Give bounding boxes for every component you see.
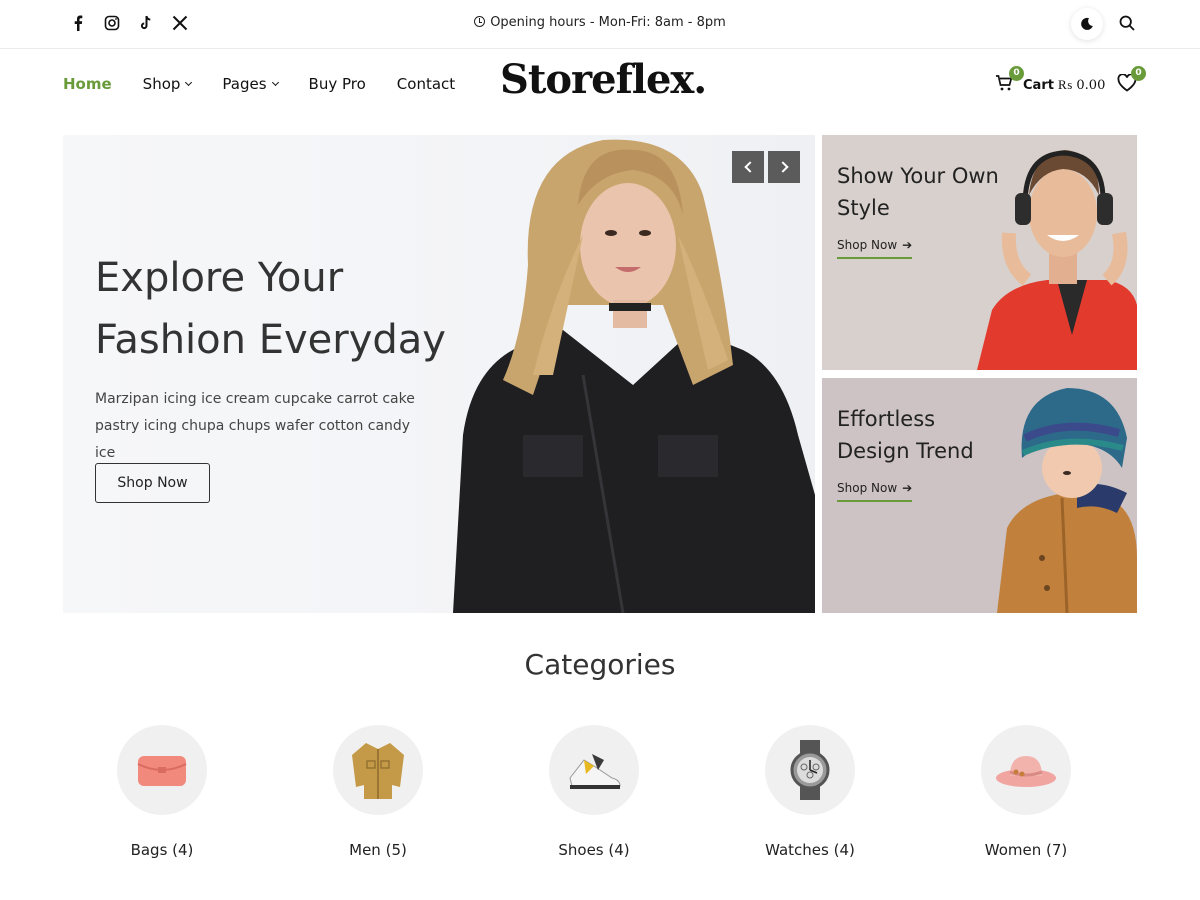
hero-title-line2: Fashion Everyday <box>95 317 446 363</box>
clock-icon <box>474 16 486 27</box>
category-thumbnail <box>765 725 855 815</box>
chevron-down-icon <box>271 78 279 87</box>
category-label: Bags (4) <box>130 841 194 859</box>
main-header: Home Shop Pages Buy Pro Contact Storefle… <box>0 50 1200 120</box>
chevron-left-icon <box>743 161 756 173</box>
category-thumbnail <box>981 725 1071 815</box>
nav-contact[interactable]: Contact <box>397 75 455 93</box>
watch-icon <box>790 740 830 800</box>
promo-card-design[interactable]: Effortless Design Trend Shop Now ➔ <box>822 378 1137 613</box>
category-label: Men (5) <box>349 841 407 859</box>
shirt-icon <box>352 743 404 799</box>
cart-label: Cart <box>1023 77 1054 93</box>
arrow-right-icon: ➔ <box>902 238 913 252</box>
nav-pages[interactable]: Pages <box>222 75 279 93</box>
hero-title-line1: Explore Your <box>95 255 344 301</box>
search-icon <box>1119 15 1135 31</box>
category-women[interactable]: Women (7) <box>946 725 1106 859</box>
promo-link-label: Shop Now <box>837 238 898 252</box>
promo-shop-now-link[interactable]: Shop Now ➔ <box>837 481 913 502</box>
category-thumbnail <box>117 725 207 815</box>
category-label: Women (7) <box>984 841 1068 859</box>
category-shoes[interactable]: Shoes (4) <box>514 725 674 859</box>
category-thumbnail <box>333 725 423 815</box>
promo-card-style[interactable]: Show Your Own Style Shop Now ➔ <box>822 135 1137 370</box>
cart-button[interactable]: 0 Cart ₨ 0.00 <box>995 66 1106 96</box>
categories-heading: Categories <box>524 648 676 681</box>
chevron-right-icon <box>776 161 789 173</box>
category-label: Shoes (4) <box>558 841 630 859</box>
arrow-right-icon: ➔ <box>902 481 913 495</box>
category-watches[interactable]: Watches (4) <box>730 725 890 859</box>
hero-description: Marzipan icing ice cream cupcake carrot … <box>95 391 415 461</box>
promo-shop-now-link[interactable]: Shop Now ➔ <box>837 238 913 259</box>
nav-buy-pro[interactable]: Buy Pro <box>309 75 366 93</box>
wishlist-button[interactable]: 0 <box>1117 66 1146 96</box>
category-label: Watches (4) <box>765 841 855 859</box>
opening-hours-text: Opening hours - Mon-Fri: 8am - 8pm <box>490 15 726 30</box>
hero-title: Explore Your Fashion Everyday <box>95 247 475 371</box>
slider-next-button[interactable] <box>768 151 800 183</box>
hero-model-image <box>453 139 815 613</box>
promo-title: Effortless Design Trend <box>837 407 974 463</box>
hero-slider: Explore Your Fashion Everyday Marzipan i… <box>63 135 815 613</box>
hat-icon <box>996 756 1056 787</box>
chevron-down-icon <box>185 78 193 87</box>
top-bar: Opening hours - Mon-Fri: 8am - 8pm <box>0 0 1200 49</box>
nav-home[interactable]: Home <box>63 75 112 93</box>
opening-hours: Opening hours - Mon-Fri: 8am - 8pm <box>0 15 1200 30</box>
bag-icon <box>137 756 187 786</box>
hero-shop-now-button[interactable]: Shop Now <box>95 463 210 503</box>
main-nav: Home Shop Pages Buy Pro Contact <box>63 75 486 93</box>
wishlist-count-badge: 0 <box>1131 66 1146 81</box>
cart-total: ₨ 0.00 <box>1057 78 1106 93</box>
nav-shop[interactable]: Shop <box>142 75 193 93</box>
category-thumbnail <box>549 725 639 815</box>
cart-icon: 0 <box>995 66 1024 96</box>
promo-title: Show Your Own Style <box>837 164 999 220</box>
category-men[interactable]: Men (5) <box>298 725 458 859</box>
cart-count-badge: 0 <box>1009 66 1024 81</box>
slider-prev-button[interactable] <box>732 151 764 183</box>
dark-mode-toggle[interactable] <box>1071 8 1103 40</box>
category-bags[interactable]: Bags (4) <box>82 725 242 859</box>
nav-shop-label: Shop <box>142 75 181 93</box>
site-logo[interactable]: Storeflex. <box>500 56 707 103</box>
promo-link-label: Shop Now <box>837 481 898 495</box>
shoe-icon <box>569 754 621 789</box>
moon-icon <box>1081 17 1093 30</box>
nav-pages-label: Pages <box>222 75 267 93</box>
search-button[interactable] <box>1116 12 1138 34</box>
